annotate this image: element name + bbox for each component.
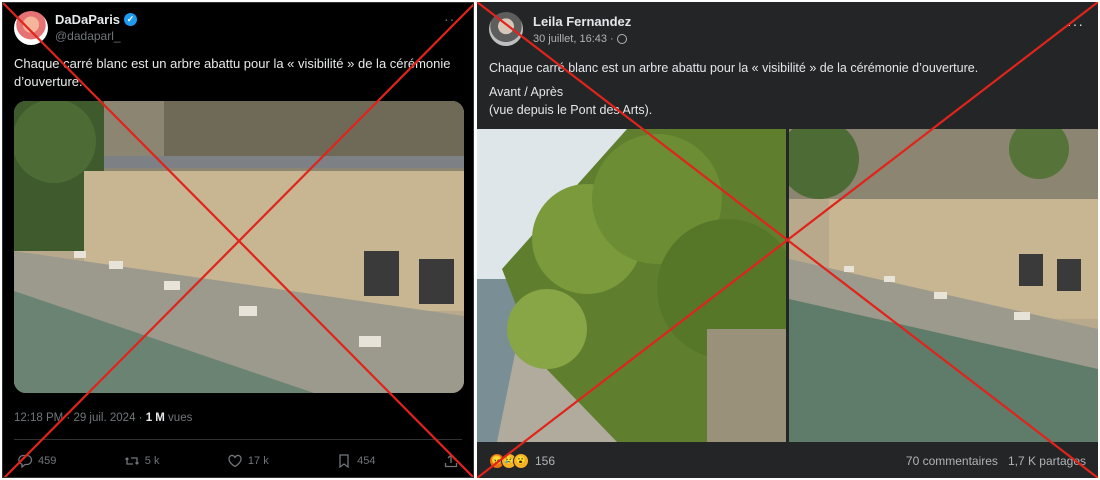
more-options-icon[interactable]: ··· [1067,16,1084,32]
reply-count: 459 [38,455,57,467]
divider [14,439,462,440]
post-date-row: 30 juillet, 16:43 · [533,33,627,45]
after-photo[interactable] [789,129,1098,442]
action-bar: 459 5 k 17 k 454 [17,451,459,471]
quay-photo [14,101,464,393]
photo-grid [477,129,1098,442]
views-count: 1 M [145,412,165,424]
reaction-count: 156 [535,454,556,468]
reply-icon [18,454,33,469]
timestamp[interactable]: 12:18 PM · 29 juil. 2024 · [14,412,146,424]
verified-badge-icon: ✓ [124,13,138,26]
post-text-line: Chaque carré blanc est un arbre abattu p… [489,61,979,75]
like-count: 17 k [247,455,269,467]
display-name[interactable]: DaDaParis [55,12,120,27]
author-row: DaDaParis ✓ [55,12,138,27]
facebook-post: Leila Fernandez 30 juillet, 16:43 · ··· … [477,2,1098,478]
share-button[interactable] [443,451,459,471]
post-meta: 12:18 PM · 29 juil. 2024 · 1 M vues [14,412,192,424]
like-button[interactable]: 17 k [227,451,269,471]
share-icon [444,454,458,468]
author-name[interactable]: Leila Fernandez [533,14,631,29]
trees-photo [477,129,786,442]
before-photo[interactable] [477,129,786,442]
views-label: vues [164,412,193,424]
shares-count[interactable]: 1,7 K partages [1008,454,1086,468]
post-text: Chaque carré blanc est un arbre abattu p… [489,59,1079,119]
user-handle[interactable]: @dadaparl_ [55,29,121,43]
bookmark-button[interactable]: 454 [336,451,376,471]
post-date[interactable]: 30 juillet, 16:43 · [533,33,614,45]
post-stats: 70 commentaires 1,7 K partages [906,454,1086,468]
more-options-icon[interactable]: ··· [444,11,461,27]
reactions-summary[interactable]: 😠 😢 😮 156 [489,453,555,469]
bookmark-icon [339,454,349,469]
heart-icon [228,454,242,468]
globe-icon [616,34,627,44]
bookmark-count: 454 [357,455,376,467]
post-photo[interactable] [14,101,464,393]
post-text-line: Avant / Après [489,85,564,99]
reply-button[interactable]: 459 [17,451,56,471]
post-text-line: (vue depuis le Pont des Arts). [489,103,653,117]
quay-photo [789,129,1098,442]
repost-button[interactable]: 5 k [124,451,160,471]
wow-reaction-icon: 😮 [513,453,529,469]
post-footer: 😠 😢 😮 156 70 commentaires 1,7 K partages [489,451,1086,471]
avatar[interactable] [489,12,523,46]
comments-count[interactable]: 70 commentaires [906,454,998,468]
post-text: Chaque carré blanc est un arbre abattu p… [14,56,451,89]
x-post: DaDaParis ✓ @dadaparl_ ··· Chaque carré … [2,2,474,478]
avatar[interactable] [14,11,48,45]
repost-icon [124,457,139,465]
repost-count: 5 k [144,455,160,467]
